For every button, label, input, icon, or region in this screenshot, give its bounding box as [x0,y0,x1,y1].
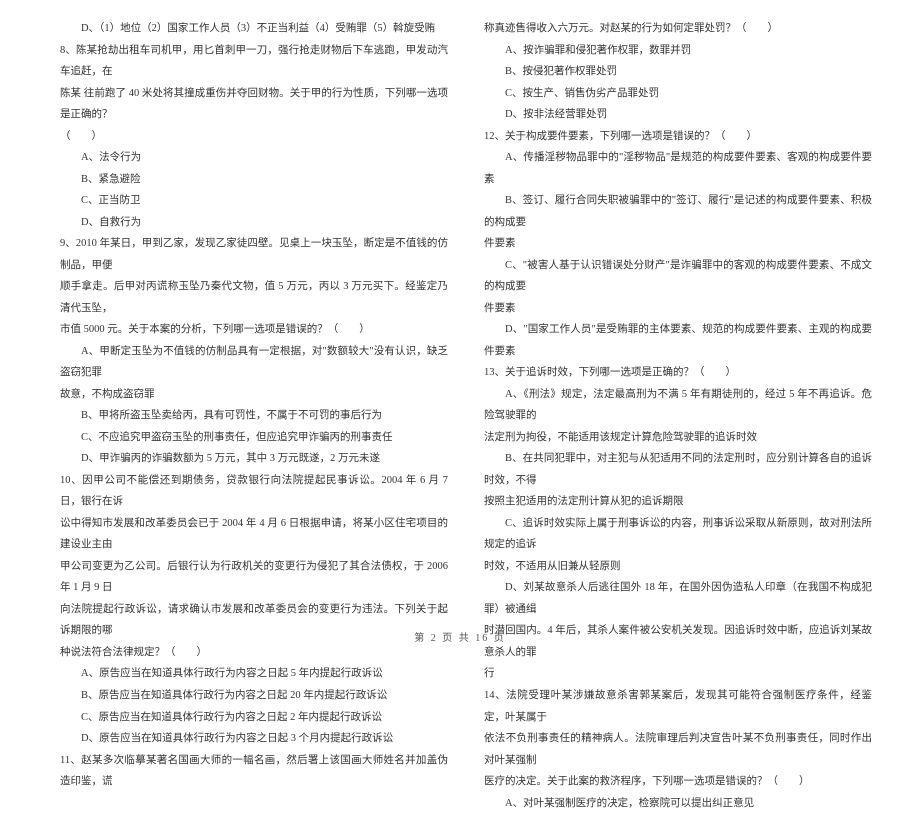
text-line: 件要素 [484,233,872,255]
text-line: 9、2010 年某日，甲到乙家，发现乙家徒四壁。见桌上一块玉坠，断定是不值钱的仿… [60,233,448,276]
text-line: C、追诉时效实际上属于刑事诉讼的内容，刑事诉讼采取从新原则，故对刑法所规定的追诉 [484,513,872,556]
text-line: A、原告应当在知道具体行政行为内容之日起 5 年内提起行政诉讼 [60,663,448,685]
text-line: 故意，不构成盗窃罪 [60,384,448,406]
text-line: 12、关于构成要件要素，下列哪一选项是错误的？（ ） [484,126,872,148]
text-line: C、"被害人基于认识错误处分财产"是诈骗罪中的客观的构成要件要素、不成文的构成要 [484,255,872,298]
text-line: 依法不负刑事责任的精神病人。法院审理后判决宣告叶某不负刑事责任，同时作出对叶某强… [484,728,872,771]
text-line: 14、法院受理叶某涉嫌故意杀害郭某案后，发现其可能符合强制医疗条件，经鉴定，叶某… [484,685,872,728]
text-line: B、甲将所盗玉坠卖给丙，具有可罚性，不属于不可罚的事后行为 [60,405,448,427]
text-line: D、原告应当在知道具体行政行为内容之日起 3 个月内提起行政诉讼 [60,728,448,750]
text-line: A、对叶某强制医疗的决定，检察院可以提出纠正意见 [484,793,872,814]
text-line: A、法令行为 [60,147,448,169]
text-line: C、不应追究甲盗窃玉坠的刑事责任，但应追究甲诈骗丙的刑事责任 [60,427,448,449]
text-line: 种说法符合法律规定？（ ） [60,642,448,664]
text-line: A、《刑法》规定，法定最高刑为不满 5 年有期徒刑的，经过 5 年不再追诉。危险… [484,384,872,427]
text-line: 件要素 [484,298,872,320]
text-line: 按照主犯适用的法定刑计算从犯的追诉期限 [484,491,872,513]
text-line: C、原告应当在知道具体行政行为内容之日起 2 年内提起行政诉讼 [60,707,448,729]
text-line: B、在共同犯罪中，对主犯与从犯适用不同的法定刑时，应分别计算各自的追诉时效，不得 [484,448,872,491]
text-line: B、按侵犯著作权罪处罚 [484,61,872,83]
text-line: 法定刑为拘役，不能适用该规定计算危险驾驶罪的追诉时效 [484,427,872,449]
text-line: D、"国家工作人员"是受贿罪的主体要素、规范的构成要件要素、主观的构成要件要素 [484,319,872,362]
text-line: B、原告应当在知道具体行政行为内容之日起 20 年内提起行政诉讼 [60,685,448,707]
right-column: 称真迹售得收入六万元。对赵某的行为如何定罪处罚？（ ）A、按诈骗罪和侵犯著作权罪… [484,18,872,600]
text-line: C、按生产、销售伪劣产品罪处罚 [484,83,872,105]
text-line: A、按诈骗罪和侵犯著作权罪，数罪并罚 [484,40,872,62]
text-line: 医疗的决定。关于此案的救济程序，下列哪一选项是错误的？（ ） [484,771,872,793]
text-line: 讼中得知市发展和改革委员会已于 2004 年 4 月 6 日根据申请，将某小区住… [60,513,448,556]
text-line: 行 [484,663,872,685]
text-line: A、甲断定玉坠为不值钱的仿制品具有一定根据，对"数额较大"没有认识，缺乏盗窃犯罪 [60,341,448,384]
text-line: 顺手拿走。后甲对丙谎称玉坠乃秦代文物，值 5 万元，丙以 3 万元买下。经鉴定乃… [60,276,448,319]
page-footer: 第 2 页 共 16 页 [0,629,920,644]
text-line: 甲公司变更为乙公司。后银行认为行政机关的变更行为侵犯了其合法债权，于 2006 … [60,556,448,599]
text-line: B、签订、履行合同失职被骗罪中的"签订、履行"是记述的构成要件要素、积极的构成要 [484,190,872,233]
text-line: D、（1）地位（2）国家工作人员（3）不正当利益（4）受贿罪（5）斡旋受贿 [60,18,448,40]
text-line: （ ） [60,126,448,148]
text-line: D、刘某故意杀人后逃往国外 18 年，在国外因伪造私人印章（在我国不构成犯罪）被… [484,577,872,620]
text-line: C、正当防卫 [60,190,448,212]
text-line: D、甲诈骗丙的诈骗数额为 5 万元，其中 3 万元既遂，2 万元未遂 [60,448,448,470]
text-line: 称真迹售得收入六万元。对赵某的行为如何定罪处罚？（ ） [484,18,872,40]
text-line: 10、因甲公司不能偿还到期债务，贷款银行向法院提起民事诉讼。2004 年 6 月… [60,470,448,513]
text-line: D、按非法经营罪处罚 [484,104,872,126]
text-line: D、自救行为 [60,212,448,234]
text-line: 8、陈某抢劫出租车司机甲，用匕首刺甲一刀，强行抢走财物后下车逃跑，甲发动汽车追赶… [60,40,448,83]
text-line: 13、关于追诉时效，下列哪一选项是正确的？（ ） [484,362,872,384]
text-line: 市值 5000 元。关于本案的分析，下列哪一选项是错误的？（ ） [60,319,448,341]
text-line: 11、赵某多次临摹某著名国画大师的一幅名画，然后署上该国画大师姓名并加盖伪造印鉴… [60,750,448,793]
text-line: B、紧急避险 [60,169,448,191]
text-line: 时效，不适用从旧兼从轻原则 [484,556,872,578]
text-line: A、传播淫秽物品罪中的"淫秽物品"是规范的构成要件要素、客观的构成要件要素 [484,147,872,190]
text-line: 陈某 往前跑了 40 米处将其撞成重伤并夺回财物。关于甲的行为性质，下列哪一选项… [60,83,448,126]
left-column: D、（1）地位（2）国家工作人员（3）不正当利益（4）受贿罪（5）斡旋受贿8、陈… [60,18,448,600]
